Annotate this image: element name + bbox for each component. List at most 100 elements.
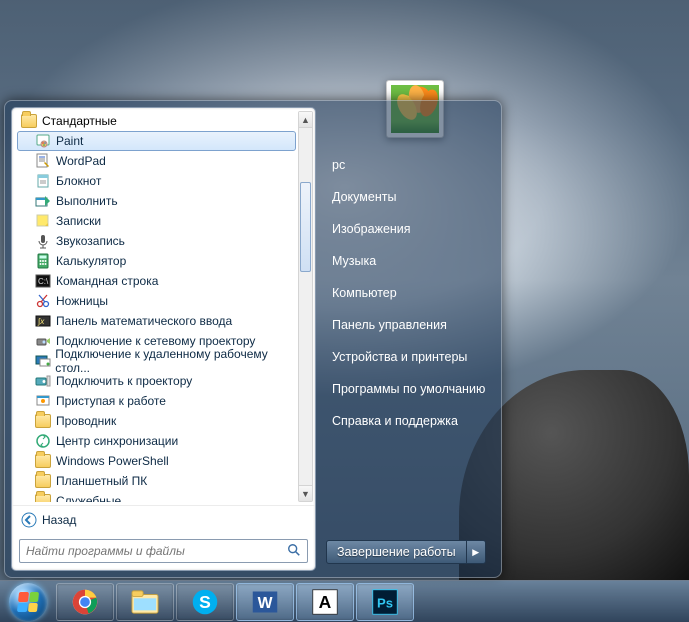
shutdown-options-arrow[interactable]: ▶	[466, 540, 486, 564]
shutdown-label: Завершение работы	[337, 545, 456, 559]
program-item-записки[interactable]: Записки	[17, 211, 296, 231]
cmd-icon: C:\	[34, 272, 52, 290]
program-item-ножницы[interactable]: Ножницы	[17, 291, 296, 311]
shutdown-row: Завершение работы ▶	[326, 540, 486, 564]
folder-icon	[34, 492, 52, 502]
program-item-приступая-к-работе[interactable]: Приступая к работе	[17, 391, 296, 411]
program-item-служебные[interactable]: Служебные	[17, 491, 296, 502]
program-list-scrollbar[interactable]: ▲ ▼	[298, 111, 313, 502]
scroll-down-arrow[interactable]: ▼	[299, 485, 312, 501]
svg-text:Ps: Ps	[377, 595, 393, 610]
program-label: Приступая к работе	[56, 394, 166, 408]
taskbar-item-chrome[interactable]	[56, 583, 114, 621]
program-item-центр-синхронизации[interactable]: Центр синхронизации	[17, 431, 296, 451]
math-input-icon: ∫x	[34, 312, 52, 330]
taskbar-item-word[interactable]: W	[236, 583, 294, 621]
taskbar-item-app-a[interactable]: A	[296, 583, 354, 621]
search-input[interactable]	[26, 544, 287, 558]
start-menu: Стандартные Paint WordPad Блокнот Выполнить З…	[4, 100, 502, 578]
program-item-windows-powershell[interactable]: Windows PowerShell	[17, 451, 296, 471]
right-panel-item-3[interactable]: Музыка	[328, 245, 489, 277]
right-panel-item-0[interactable]: pc	[328, 149, 489, 181]
program-item-калькулятор[interactable]: Калькулятор	[17, 251, 296, 271]
explorer-icon	[34, 412, 52, 430]
program-item-блокнот[interactable]: Блокнот	[17, 171, 296, 191]
getting-started-icon	[34, 392, 52, 410]
svg-text:C:\: C:\	[38, 277, 49, 286]
program-label: Ножницы	[56, 294, 108, 308]
right-panel-item-8[interactable]: Справка и поддержка	[328, 405, 489, 437]
program-item-выполнить[interactable]: Выполнить	[17, 191, 296, 211]
program-item-paint[interactable]: Paint	[17, 131, 296, 151]
program-item-планшетный-пк[interactable]: Планшетный ПК	[17, 471, 296, 491]
program-label: Подключение к удаленному рабочему стол..…	[55, 347, 295, 375]
calculator-icon	[34, 252, 52, 270]
right-panel-item-5[interactable]: Панель управления	[328, 309, 489, 341]
windows-logo-icon	[9, 583, 47, 621]
right-panel-label: Программы по умолчанию	[332, 382, 485, 396]
program-folder-header[interactable]: Стандартные	[17, 111, 296, 131]
wordpad-icon	[34, 152, 52, 170]
taskbar-item-photoshop[interactable]: Ps	[356, 583, 414, 621]
photoshop-icon: Ps	[370, 587, 400, 617]
right-panel-label: Справка и поддержка	[332, 414, 458, 428]
back-button[interactable]: Назад	[12, 505, 315, 533]
program-label: Проводник	[56, 414, 116, 428]
word-icon: W	[250, 587, 280, 617]
snipping-tool-icon	[34, 292, 52, 310]
program-label: Центр синхронизации	[56, 434, 178, 448]
program-item-командная-строка[interactable]: C:\ Командная строка	[17, 271, 296, 291]
right-panel-item-2[interactable]: Изображения	[328, 213, 489, 245]
scroll-up-arrow[interactable]: ▲	[299, 112, 312, 128]
sync-center-icon	[34, 432, 52, 450]
folder-icon	[34, 472, 52, 490]
program-item-звукозапись[interactable]: Звукозапись	[17, 231, 296, 251]
program-label: Подключить к проектору	[56, 374, 192, 388]
program-label: Панель математического ввода	[56, 314, 232, 328]
program-label: WordPad	[56, 154, 106, 168]
scroll-thumb[interactable]	[300, 182, 311, 272]
taskbar-item-explorer[interactable]	[116, 583, 174, 621]
right-panel-label: Документы	[332, 190, 396, 204]
svg-text:∫x: ∫x	[37, 317, 45, 326]
right-panel-item-1[interactable]: Документы	[328, 181, 489, 213]
back-label: Назад	[42, 513, 76, 527]
start-menu-right-pane: pc Документы Изображения Музыка КомпьютерПан…	[316, 107, 495, 571]
svg-text:W: W	[258, 595, 273, 612]
app-a-icon: A	[310, 587, 340, 617]
program-label: Калькулятор	[56, 254, 126, 268]
right-panel-item-7[interactable]: Программы по умолчанию	[328, 373, 489, 405]
search-icon	[287, 543, 301, 560]
right-panel-item-4[interactable]: Компьютер	[328, 277, 489, 309]
folder-icon	[34, 452, 52, 470]
program-label: Звукозапись	[56, 234, 125, 248]
program-label: Paint	[56, 134, 83, 148]
program-item-проводник[interactable]: Проводник	[17, 411, 296, 431]
svg-text:S: S	[199, 592, 211, 612]
program-item-панель-математического-ввода[interactable]: ∫x Панель математического ввода	[17, 311, 296, 331]
shutdown-button[interactable]: Завершение работы	[326, 540, 467, 564]
program-label: Служебные	[56, 494, 121, 502]
right-panel-label: Изображения	[332, 222, 411, 236]
remote-desktop-icon	[34, 352, 51, 370]
search-box[interactable]	[19, 539, 308, 563]
skype-icon: S	[190, 587, 220, 617]
right-panel-item-6[interactable]: Устройства и принтеры	[328, 341, 489, 373]
program-label: Записки	[56, 214, 101, 228]
chrome-icon	[70, 587, 100, 617]
search-row	[12, 533, 315, 570]
projector-icon	[34, 372, 52, 390]
taskbar-item-skype[interactable]: S	[176, 583, 234, 621]
right-panel-label: Музыка	[332, 254, 376, 268]
program-item-подключение-к-удаленному-рабочему-стол-[interactable]: Подключение к удаленному рабочему стол..…	[17, 351, 296, 371]
start-button[interactable]	[2, 582, 54, 622]
sticky-notes-icon	[34, 212, 52, 230]
program-list[interactable]: Стандартные Paint WordPad Блокнот Выполнить З…	[12, 108, 315, 505]
program-label: Блокнот	[56, 174, 101, 188]
back-arrow-icon	[20, 511, 38, 529]
program-label: Командная строка	[56, 274, 158, 288]
start-menu-left-pane: Стандартные Paint WordPad Блокнот Выполнить З…	[11, 107, 316, 571]
program-item-wordpad[interactable]: WordPad	[17, 151, 296, 171]
program-label: Планшетный ПК	[56, 474, 147, 488]
right-panel-label: Устройства и принтеры	[332, 350, 467, 364]
